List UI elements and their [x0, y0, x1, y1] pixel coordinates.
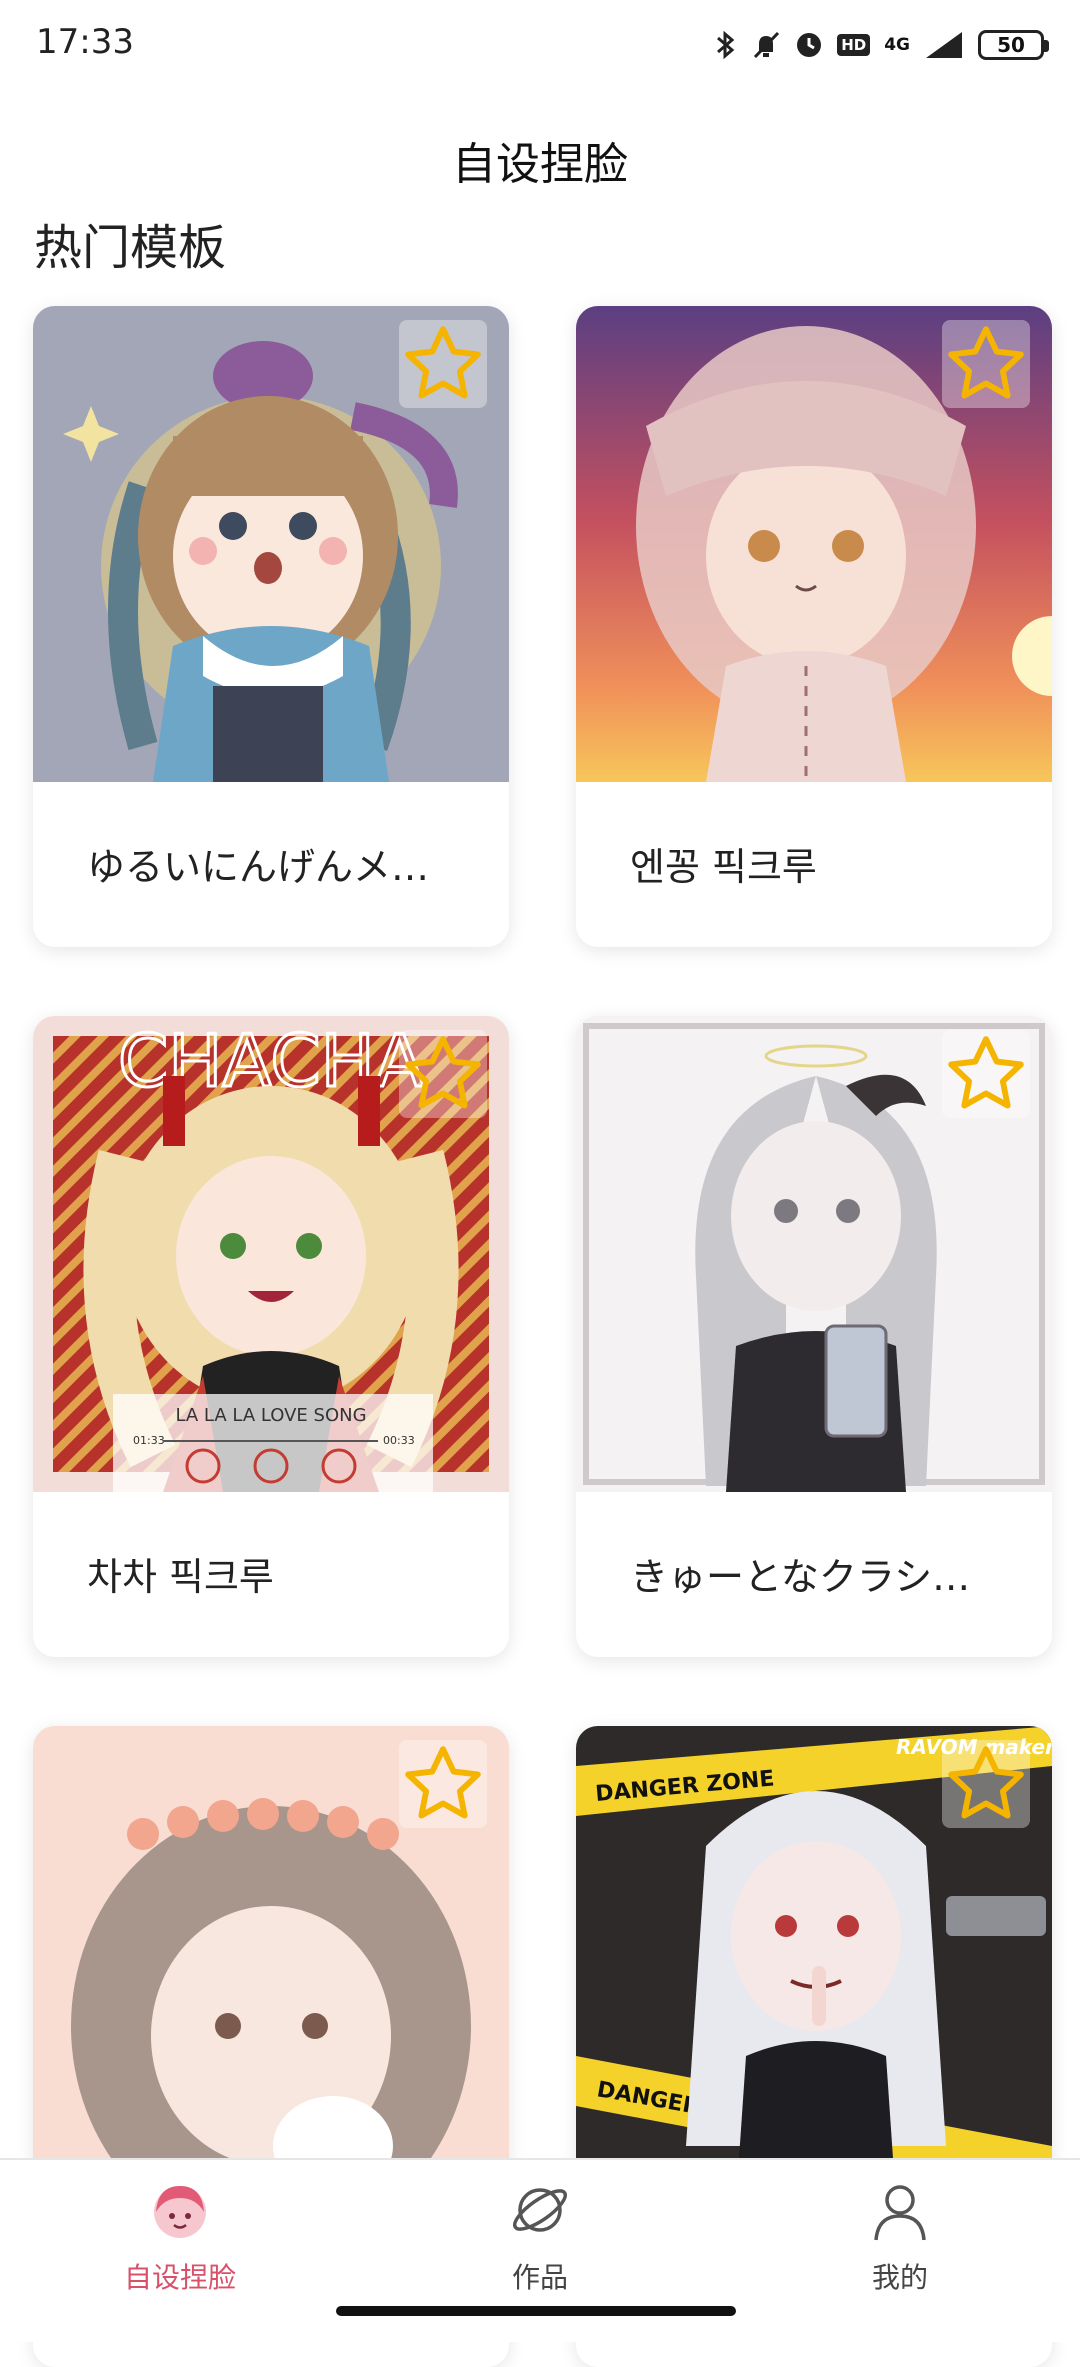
nav-label: 我的	[871, 2261, 928, 2294]
star-icon	[405, 1036, 481, 1109]
favorite-button[interactable]	[399, 1030, 487, 1118]
mute-icon	[754, 31, 780, 59]
battery-level: 50	[997, 33, 1025, 57]
template-thumbnail: CHACHA LA LA LA LOVE SONG 01:33 00:33	[33, 1016, 509, 1492]
template-card[interactable]: ゆるいにんげんメ…	[33, 306, 509, 947]
planet-icon	[513, 2188, 567, 2232]
nav-item-face-maker[interactable]: 自设捏脸	[80, 2178, 280, 2296]
alarm-icon	[797, 33, 822, 57]
status-icons: HD 4G 50	[715, 20, 1049, 70]
favorite-button[interactable]	[942, 1030, 1030, 1118]
nav-item-profile[interactable]: 我的	[800, 2178, 1000, 2296]
face-avatar-icon	[154, 2186, 206, 2238]
star-icon	[948, 326, 1024, 399]
status-bar: 17:33 HD 4G 50	[0, 0, 1080, 90]
favorite-button[interactable]	[399, 1740, 487, 1828]
nav-label: 自设捏脸	[123, 2261, 236, 2294]
section-title: 热门模板	[34, 220, 227, 276]
page-title: 自设捏脸	[452, 139, 628, 190]
nav-label: 作品	[511, 2261, 568, 2294]
artwork-time-start: 01:33	[133, 1434, 165, 1447]
nav-item-works[interactable]: 作品	[440, 2178, 640, 2296]
template-thumbnail	[576, 306, 1052, 782]
bluetooth-icon	[717, 30, 735, 60]
person-icon	[874, 2185, 926, 2241]
home-indicator[interactable]	[336, 2306, 736, 2316]
template-card[interactable]: CHACHA LA LA LA LOVE SONG 01:33 00:33 차차…	[33, 1016, 509, 1657]
favorite-button[interactable]	[942, 320, 1030, 408]
hd-icon: HD	[837, 34, 871, 56]
template-name: 엔꽁 픽크루	[630, 845, 817, 889]
template-thumbnail	[33, 1726, 509, 2202]
template-name: きゅーとなクラシ…	[630, 1555, 971, 1599]
star-icon	[405, 1746, 481, 1819]
artwork-time-end: 00:33	[383, 1434, 415, 1447]
signal-icon	[926, 32, 962, 58]
network-type: 4G	[884, 34, 910, 55]
favorite-button[interactable]	[399, 320, 487, 408]
battery-icon: 50	[978, 30, 1049, 60]
star-icon	[948, 1036, 1024, 1109]
status-time: 17:33	[36, 22, 134, 62]
template-thumbnail: DANGER ZONE DANGER ZONE RAVOM maker	[576, 1726, 1052, 2202]
template-thumbnail	[576, 1016, 1052, 1492]
template-name: 차차 픽크루	[87, 1555, 274, 1599]
template-thumbnail	[33, 306, 509, 782]
star-icon	[405, 326, 481, 399]
artwork-song-text: LA LA LA LOVE SONG	[175, 1405, 366, 1426]
template-card[interactable]: きゅーとなクラシ…	[576, 1016, 1052, 1657]
favorite-button[interactable]	[942, 1740, 1030, 1828]
star-icon	[948, 1746, 1024, 1819]
template-name: ゆるいにんげんメ…	[87, 845, 430, 889]
template-card[interactable]: 엔꽁 픽크루	[576, 306, 1052, 947]
